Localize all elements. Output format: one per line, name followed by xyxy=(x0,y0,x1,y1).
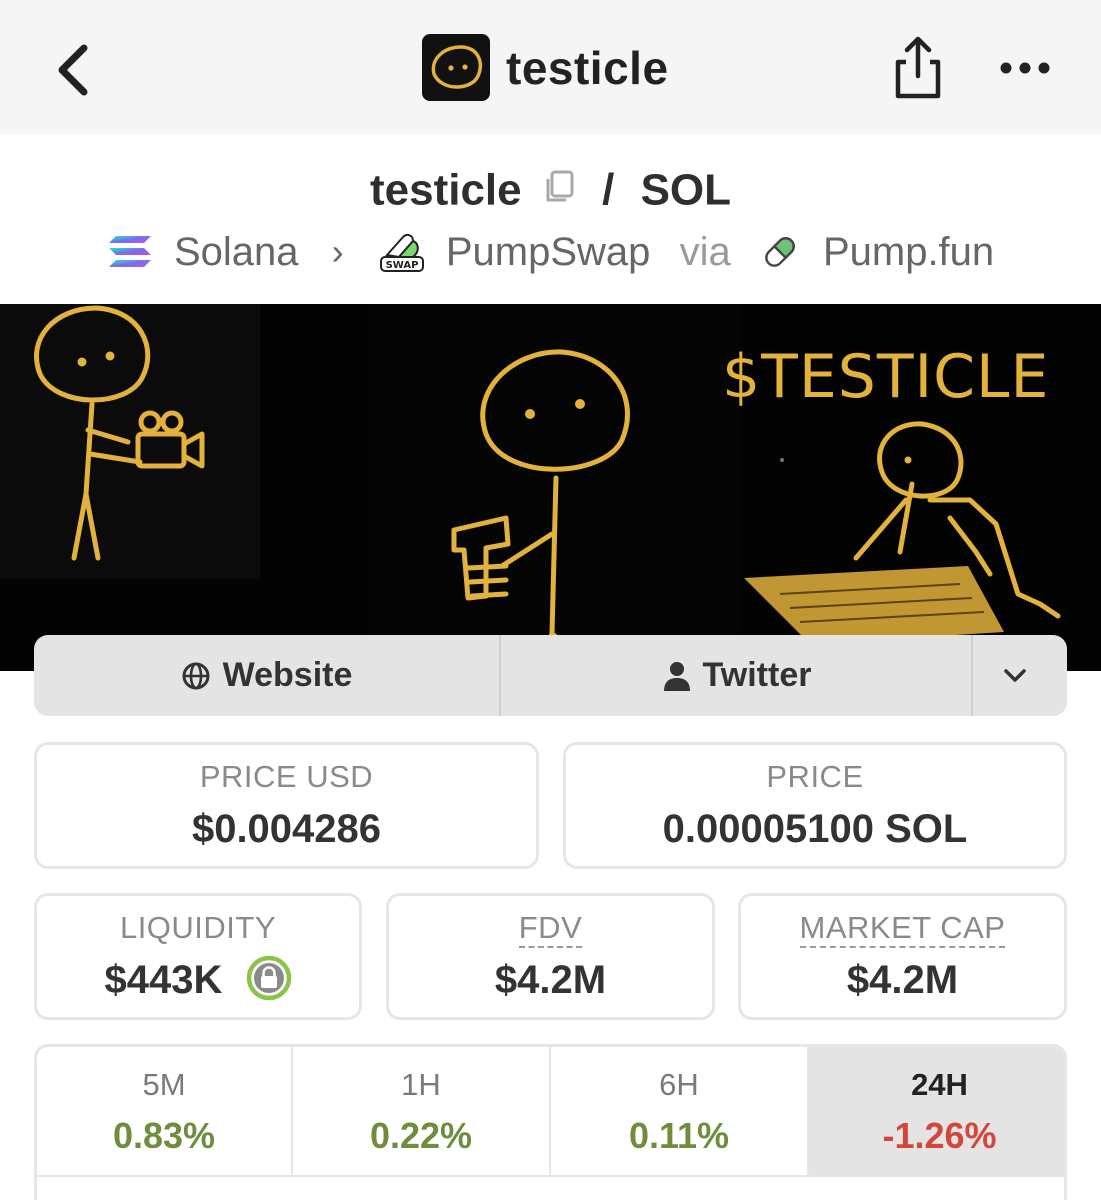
top-nav-bar: testicle xyxy=(0,0,1101,134)
more-options-button[interactable] xyxy=(996,48,1054,88)
chain-breadcrumb: Solana › SWAP PumpSwap via Pump.fun xyxy=(0,224,1101,276)
launchpad-link-pumpfun[interactable]: Pump.fun xyxy=(823,226,994,278)
price-usd-card: PRICE USD $0.004286 xyxy=(34,742,539,869)
liquidity-value: $443K xyxy=(104,958,223,1002)
liquidity-label: LIQUIDITY xyxy=(119,910,277,945)
token-logo xyxy=(422,34,490,101)
liquidity-card: LIQUIDITY $443K xyxy=(34,893,362,1020)
price-native-value: 0.00005100 SOL xyxy=(662,807,968,851)
market-cap-label[interactable]: MARKET CAP xyxy=(799,910,1006,948)
website-link-button[interactable]: Website xyxy=(34,635,501,716)
solana-icon xyxy=(108,236,151,268)
pair-title: testicle / SOL xyxy=(0,160,1101,216)
user-icon xyxy=(663,661,690,691)
timeframe-tab-5m[interactable]: 5M 0.83% xyxy=(37,1047,293,1177)
price-change-tabs: 5M 0.83% 1H 0.22% 6H 0.11% 24H -1.26% xyxy=(34,1044,1067,1200)
price-native-label: PRICE xyxy=(766,759,864,794)
via-label: via xyxy=(679,230,731,275)
timeframe-change-value: -1.26% xyxy=(882,1115,997,1156)
twitter-link-button[interactable]: Twitter xyxy=(503,635,973,716)
timeframe-tab-1h[interactable]: 1H 0.22% xyxy=(293,1047,551,1177)
timeframe-change-value: 0.83% xyxy=(112,1115,216,1156)
back-button[interactable] xyxy=(48,36,102,100)
app-title: testicle xyxy=(506,42,669,94)
lock-icon[interactable] xyxy=(246,955,292,1001)
more-links-dropdown[interactable] xyxy=(975,635,1067,716)
twitter-link-label: Twitter xyxy=(702,656,812,694)
price-native-card: PRICE 0.00005100 SOL xyxy=(563,742,1067,869)
chain-link-solana[interactable]: Solana xyxy=(174,226,299,278)
market-cap-value: $4.2M xyxy=(846,958,959,1002)
website-link-label: Website xyxy=(222,656,353,694)
timeframe-tab-6h[interactable]: 6H 0.11% xyxy=(551,1047,809,1177)
globe-icon xyxy=(182,662,210,689)
base-token-symbol: testicle xyxy=(369,165,522,215)
share-button[interactable] xyxy=(888,32,948,102)
timeframe-change-value: 0.11% xyxy=(628,1115,730,1156)
timeframe-tab-24h[interactable]: 24H -1.26% xyxy=(809,1047,1064,1177)
timeframe-label: 1H xyxy=(401,1067,441,1102)
chevron-left-icon xyxy=(58,44,88,96)
price-usd-label: PRICE USD xyxy=(199,759,374,794)
pumpfun-pill-icon xyxy=(764,237,795,268)
timeframe-change-value: 0.22% xyxy=(369,1115,473,1156)
social-links-bar: Website Twitter xyxy=(34,635,1067,716)
market-cap-card: MARKET CAP $4.2M xyxy=(738,893,1067,1020)
chevron-down-icon xyxy=(1004,668,1026,682)
fdv-label[interactable]: FDV xyxy=(518,910,583,948)
price-usd-value: $0.004286 xyxy=(191,807,382,851)
swap-badge-text: SWAP xyxy=(385,260,418,271)
fdv-card: FDV $4.2M xyxy=(386,893,715,1020)
timeframe-label: 24H xyxy=(911,1067,968,1102)
more-horizontal-icon xyxy=(1000,62,1050,74)
share-icon xyxy=(895,36,941,99)
dex-link-pumpswap[interactable]: PumpSwap xyxy=(446,226,651,278)
banner-ticker-text: $TESTICLE xyxy=(722,342,1050,412)
timeframe-label: 5M xyxy=(142,1067,186,1102)
copy-icon[interactable] xyxy=(542,169,576,205)
pair-separator: / xyxy=(602,165,615,215)
timeframe-label: 6H xyxy=(659,1067,699,1102)
chevron-right-icon: › xyxy=(331,231,344,273)
pumpswap-icon: SWAP xyxy=(379,234,424,273)
quote-token-symbol: SOL xyxy=(640,165,732,215)
fdv-value: $4.2M xyxy=(494,958,607,1002)
token-banner-image: $TESTICLE xyxy=(0,304,1101,671)
